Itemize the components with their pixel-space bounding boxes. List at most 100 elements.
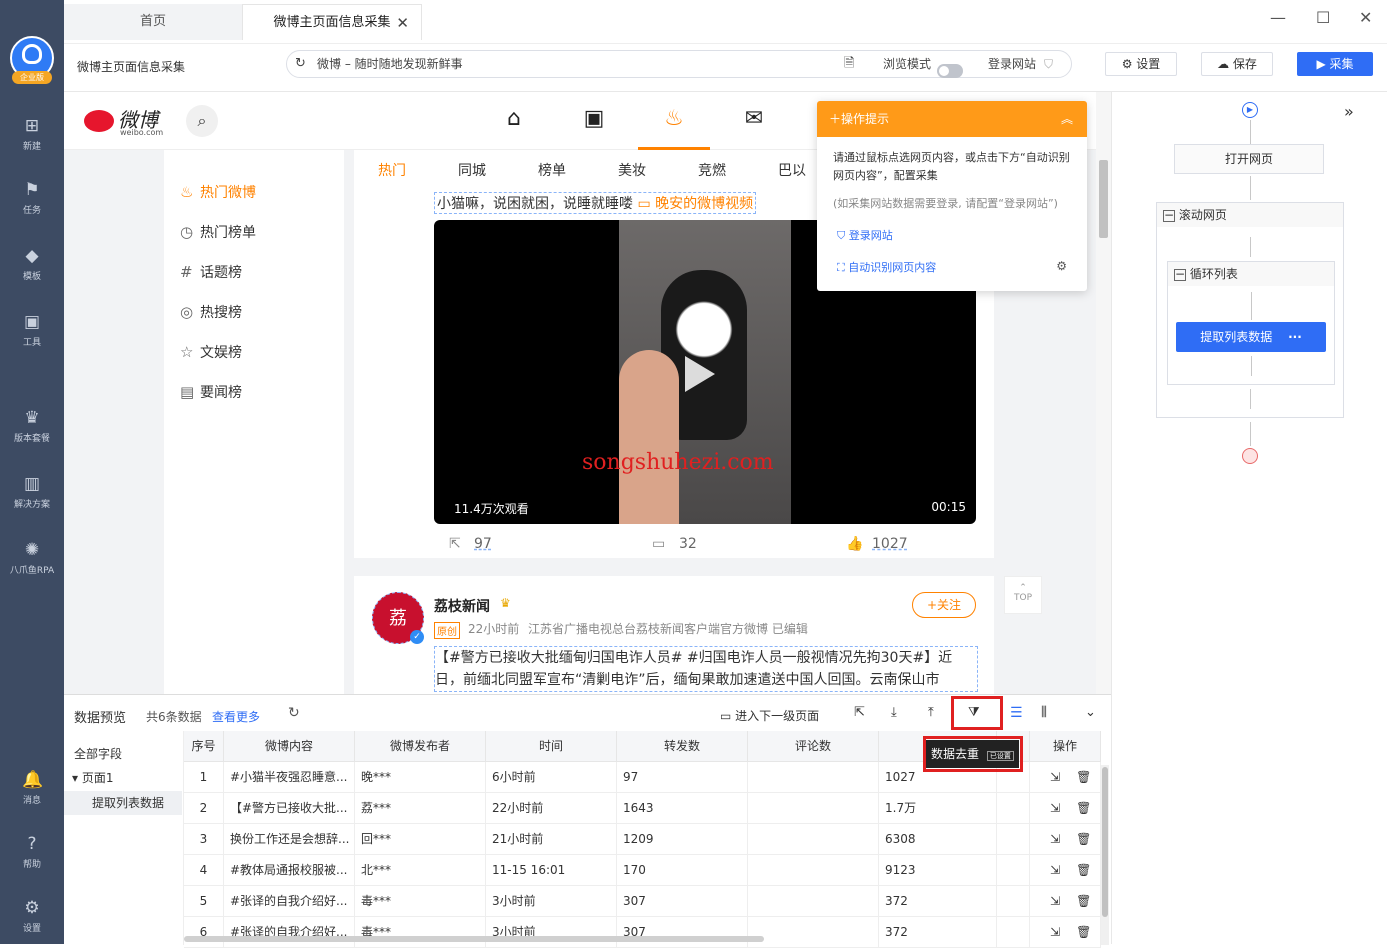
hot-fire-icon[interactable]: ♨ bbox=[659, 106, 689, 136]
extract-node[interactable]: 提取列表数据 bbox=[64, 791, 182, 815]
trash-icon[interactable]: 🗑 bbox=[1076, 863, 1091, 877]
more-dots-icon[interactable]: ··· bbox=[1288, 330, 1302, 344]
feed-tab[interactable]: 巴以 bbox=[778, 160, 806, 180]
tab-home[interactable]: 首页 bbox=[64, 4, 242, 40]
weibo-logo[interactable]: 微博 weibo.com bbox=[84, 104, 174, 138]
edit-icon[interactable]: ⇲ bbox=[1050, 801, 1060, 815]
sidebar-item-plus-square[interactable]: ⊞ 新建 bbox=[0, 116, 64, 152]
download-icon[interactable]: ⤓ bbox=[891, 705, 897, 720]
table-header-cell[interactable]: 时间 bbox=[486, 731, 617, 762]
sidebar-item-template[interactable]: ◆ 模板 bbox=[0, 246, 64, 282]
left-nav-item[interactable]: ◎ 热搜榜 bbox=[180, 302, 242, 322]
repost-count[interactable]: 97 bbox=[474, 536, 492, 552]
edit-icon[interactable]: ⇲ bbox=[1050, 863, 1060, 877]
trash-icon[interactable]: 🗑 bbox=[1076, 925, 1091, 939]
comment-count[interactable]: 32 bbox=[679, 536, 697, 552]
left-nav-item[interactable]: # 话题榜 bbox=[180, 262, 242, 282]
repost-icon[interactable]: ⇱ bbox=[449, 536, 461, 552]
table-header-cell[interactable]: 序号 bbox=[184, 731, 224, 762]
left-nav-item[interactable]: ▤ 要闻榜 bbox=[180, 382, 242, 402]
login-site-button[interactable]: 登录网站 bbox=[988, 51, 1036, 77]
mail-icon[interactable]: ✉ bbox=[739, 106, 769, 136]
upload-icon[interactable]: ⤒ bbox=[928, 705, 934, 720]
flow-open-page[interactable]: 打开网页 bbox=[1174, 144, 1324, 174]
post-time[interactable]: 22小时前 bbox=[468, 620, 519, 637]
sidebar-item-toolbox[interactable]: ▣ 工具 bbox=[0, 312, 64, 348]
edit-icon[interactable]: ⇲ bbox=[1050, 770, 1060, 784]
url-input[interactable]: ↻ 微博 – 随时随地发现新鲜事 🗎 浏览模式 登录网站 ⛉ bbox=[286, 50, 1072, 78]
feed-tab[interactable]: 同城 bbox=[458, 160, 486, 180]
sidebar-item-octopus[interactable]: ✺ 八爪鱼RPA bbox=[0, 540, 64, 576]
table-header-cell[interactable]: 操作 bbox=[1030, 731, 1101, 762]
table-vscroll[interactable] bbox=[1101, 765, 1109, 945]
sidebar-item-help[interactable]: ? 帮助 bbox=[0, 834, 64, 870]
sidebar-item-crown[interactable]: ♛ 版本套餐 bbox=[0, 408, 64, 444]
trash-icon[interactable]: 🗑 bbox=[1076, 832, 1091, 846]
maximize-icon[interactable]: ☐ bbox=[1316, 8, 1330, 27]
feed-tab[interactable]: 热门 bbox=[378, 160, 406, 180]
flow-extract-node[interactable]: 提取列表数据 ··· bbox=[1176, 322, 1326, 352]
follow-button[interactable]: +关注 bbox=[912, 592, 976, 618]
view-more-link[interactable]: 查看更多 bbox=[212, 708, 260, 725]
collect-button[interactable]: ▶ 采集 bbox=[1297, 52, 1373, 76]
video-icon[interactable]: ▣ bbox=[579, 106, 609, 136]
flow-scroll-node[interactable]: − 滚动网页 bbox=[1157, 203, 1343, 227]
table-header-cell[interactable]: 转发数 bbox=[617, 731, 748, 762]
scrollbar-thumb[interactable] bbox=[1099, 160, 1108, 238]
page1-node[interactable]: ▾ 页面1 bbox=[72, 769, 113, 786]
author-name[interactable]: 荔枝新闻 bbox=[434, 596, 490, 616]
edit-icon[interactable]: ⇲ bbox=[1050, 894, 1060, 908]
export-icon[interactable]: ⇱ bbox=[854, 705, 865, 720]
collapse-minus-icon[interactable]: − bbox=[1174, 268, 1186, 281]
feed-tab[interactable]: 竞燃 bbox=[698, 160, 726, 180]
edit-icon[interactable]: ⇲ bbox=[1050, 925, 1060, 939]
refresh-icon[interactable]: ↻ bbox=[288, 705, 300, 721]
page-file-icon[interactable]: 🗎 bbox=[844, 51, 854, 77]
sidebar-item-settings-gear[interactable]: ⚙ 设置 bbox=[0, 898, 64, 934]
trash-icon[interactable]: 🗑 bbox=[1076, 894, 1091, 908]
home-icon[interactable]: ⌂ bbox=[499, 106, 529, 136]
table-header-cell[interactable]: 评论数 bbox=[748, 731, 879, 762]
trash-icon[interactable]: 🗑 bbox=[1076, 770, 1091, 784]
table-hscroll[interactable] bbox=[184, 936, 764, 942]
close-tab-icon[interactable]: ✕ bbox=[396, 5, 409, 41]
feed-tab[interactable]: 美妆 bbox=[618, 160, 646, 180]
weibo-search-icon[interactable]: ⌕ bbox=[186, 105, 218, 137]
tip-auto-detect-link[interactable]: ⛶ 自动识别网页内容 bbox=[837, 259, 936, 275]
column-view-icon[interactable]: ⫼ bbox=[1041, 705, 1047, 720]
settings-button[interactable]: ⚙ 设置 bbox=[1105, 52, 1177, 76]
expand-panel-icon[interactable]: » bbox=[1344, 102, 1354, 121]
edit-icon[interactable]: ⇲ bbox=[1050, 832, 1060, 846]
close-window-icon[interactable]: ✕ bbox=[1359, 8, 1372, 27]
next-level-button[interactable]: ▭ 进入下一级页面 bbox=[720, 707, 819, 724]
tab-active-task[interactable]: 微博主页面信息采集 ✕ bbox=[242, 4, 422, 40]
table-header-cell[interactable]: 微博发布者 bbox=[355, 731, 486, 762]
vscroll-thumb[interactable] bbox=[1102, 767, 1108, 917]
save-button[interactable]: ☁ 保存 bbox=[1201, 52, 1273, 76]
trash-icon[interactable]: 🗑 bbox=[1076, 801, 1091, 815]
list-view-icon[interactable]: ☰ bbox=[1010, 705, 1023, 721]
feed-tab[interactable]: 榜单 bbox=[538, 160, 566, 180]
tip-settings-icon[interactable]: ⚙ bbox=[1056, 259, 1067, 273]
flow-loop-node[interactable]: − 循环列表 bbox=[1168, 262, 1334, 286]
play-button-icon[interactable] bbox=[685, 356, 715, 392]
video-link[interactable]: ▭ 晚安的微博视频 bbox=[637, 196, 753, 212]
back-to-top-button[interactable]: ⌃ TOP bbox=[1004, 576, 1042, 614]
like-icon[interactable]: 👍 bbox=[846, 536, 863, 552]
minimize-icon[interactable]: — bbox=[1270, 8, 1286, 27]
refresh-icon[interactable]: ↻ bbox=[295, 51, 306, 77]
left-nav-item[interactable]: ◷ 热门榜单 bbox=[180, 222, 256, 242]
table-header-cell[interactable]: 微博内容 bbox=[224, 731, 355, 762]
sidebar-item-solution[interactable]: ▥ 解决方案 bbox=[0, 474, 64, 510]
tip-login-link[interactable]: ⛉ 登录网站 bbox=[837, 227, 893, 243]
like-count[interactable]: 1027 bbox=[872, 536, 908, 552]
user-avatar[interactable]: 企业版 bbox=[10, 36, 54, 84]
all-fields-label[interactable]: 全部字段 bbox=[74, 745, 122, 762]
collapse-panel-icon[interactable]: ⌄ bbox=[1085, 705, 1096, 720]
left-nav-item[interactable]: ☆ 文娱榜 bbox=[180, 342, 242, 362]
collapse-minus-icon[interactable]: − bbox=[1163, 209, 1175, 222]
sidebar-item-bell[interactable]: 🔔 消息 bbox=[0, 770, 64, 806]
collapse-icon[interactable]: ︽ bbox=[1061, 101, 1073, 137]
browse-mode-toggle[interactable] bbox=[937, 57, 963, 83]
page-scrollbar[interactable] bbox=[1096, 92, 1111, 694]
